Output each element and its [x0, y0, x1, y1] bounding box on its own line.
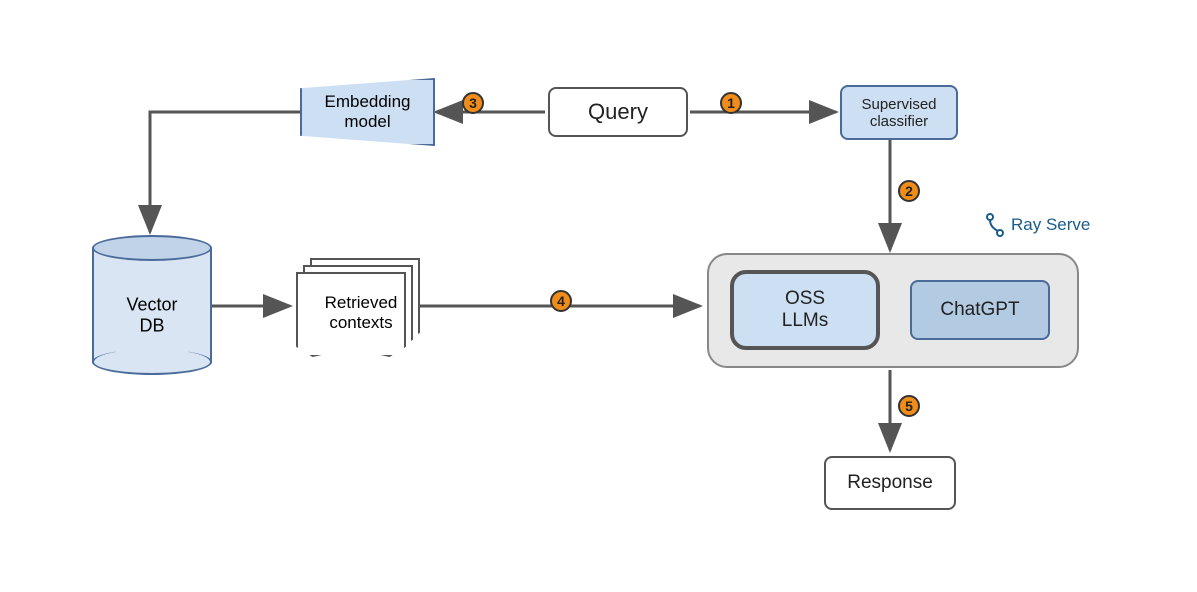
badge-4: 4	[550, 290, 572, 312]
response-label: Response	[847, 472, 933, 494]
vector-db-node: Vector DB	[92, 235, 212, 375]
query-node: Query	[548, 87, 688, 137]
oss-llms-label: OSS LLMs	[782, 288, 828, 332]
badge-3: 3	[462, 92, 484, 114]
embedding-node: Embedding model	[300, 78, 435, 146]
classifier-label: Supervised classifier	[861, 96, 936, 130]
chatgpt-node: ChatGPT	[910, 280, 1050, 340]
classifier-node: Supervised classifier	[840, 85, 958, 140]
retrieved-contexts-node: Retrieved contexts	[296, 258, 426, 358]
oss-llms-node: OSS LLMs	[730, 270, 880, 350]
rayserve-text: Ray Serve	[1011, 215, 1090, 235]
badge-5: 5	[898, 395, 920, 417]
embedding-label: Embedding model	[324, 92, 410, 132]
chatgpt-label: ChatGPT	[940, 299, 1019, 321]
query-label: Query	[588, 99, 648, 125]
retrieved-label: Retrieved contexts	[311, 273, 411, 333]
response-node: Response	[824, 456, 956, 510]
vector-db-label: Vector DB	[126, 274, 177, 337]
rayserve-icon	[985, 213, 1005, 237]
badge-2: 2	[898, 180, 920, 202]
badge-1: 1	[720, 92, 742, 114]
rayserve-label-block: Ray Serve	[985, 213, 1090, 237]
